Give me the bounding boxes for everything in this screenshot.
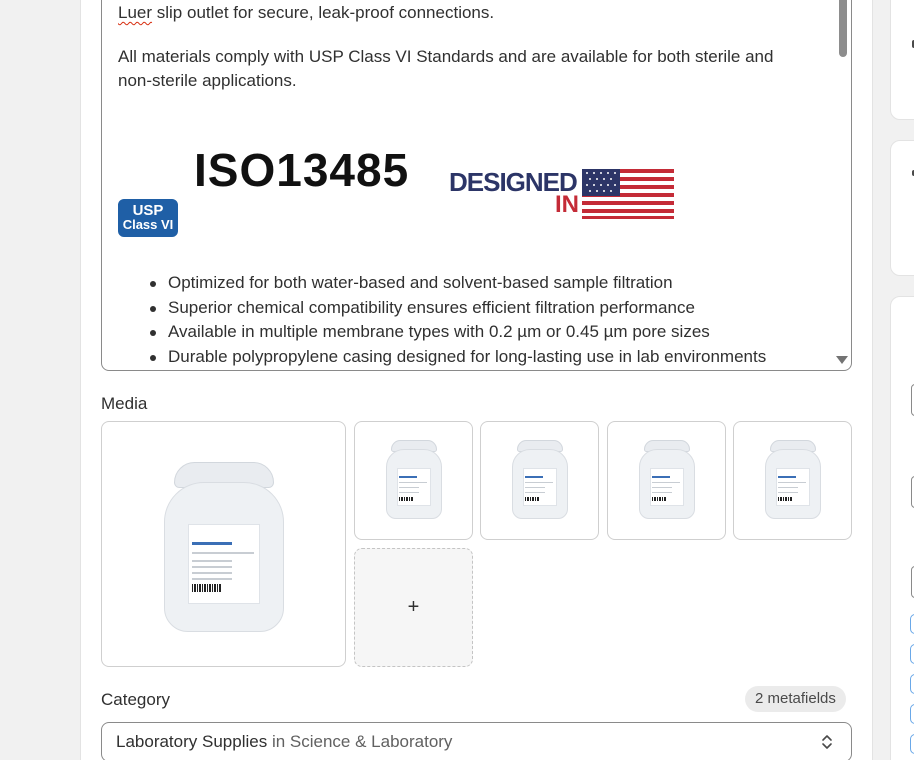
product-jar-thumbnail [638, 440, 696, 520]
side-tag-fragment[interactable] [910, 734, 914, 754]
side-tag-fragment[interactable] [910, 644, 914, 664]
list-item: Available in multiple membrane types wit… [150, 320, 828, 345]
us-flag-icon [582, 169, 674, 219]
list-item: Optimized for both water-based and solve… [150, 271, 828, 296]
scroll-down-arrow-icon[interactable] [836, 356, 848, 364]
editor-scrollbar-thumb[interactable] [839, 0, 847, 57]
feature-list: Optimized for both water-based and solve… [150, 271, 828, 370]
list-item: Durable polypropylene casing designed fo… [150, 345, 828, 370]
designed-in-usa-logo: DESIGNED IN [434, 163, 684, 223]
media-thumbnail[interactable] [354, 421, 473, 540]
media-thumbnail[interactable] [480, 421, 599, 540]
description-editor[interactable]: Luer slip outlet for secure, leak-proof … [101, 0, 852, 371]
side-tag-fragment[interactable] [910, 614, 914, 634]
media-section-label: Media [101, 394, 148, 413]
media-thumbnail[interactable] [733, 421, 852, 540]
list-item: Superior chemical compatibility ensures … [150, 296, 828, 321]
category-select[interactable]: Laboratory Supplies in Science & Laborat… [101, 722, 852, 760]
product-jar-image [162, 462, 286, 632]
category-parent-path: in Science & Laboratory [267, 732, 453, 751]
usp-class-vi-logo: USP Class VI [118, 199, 178, 237]
side-tag-fragment[interactable] [910, 674, 914, 694]
add-media-button[interactable]: + [354, 548, 473, 667]
iso-13485-logo: ISO13485 [194, 144, 410, 196]
description-paragraph-2: All materials comply with USP Class VI S… [118, 47, 774, 90]
certification-logos: USP Class VI ISO13485 DESIGNED IN [118, 141, 718, 241]
media-thumbnail[interactable] [607, 421, 726, 540]
description-paragraph-1: Luer slip outlet for secure, leak-proof … [118, 1, 494, 25]
media-main-image[interactable] [101, 421, 346, 667]
product-jar-thumbnail [764, 440, 822, 520]
in-word: IN [555, 191, 579, 218]
usp-logo-line-1: USP [132, 202, 164, 219]
misspelled-word[interactable]: Luer [118, 3, 152, 22]
plus-icon: + [407, 596, 420, 618]
usp-logo-line-2: Class VI [122, 217, 174, 232]
category-label: Category [101, 690, 170, 709]
paragraph-1-text: slip outlet for secure, leak-proof conne… [152, 3, 495, 22]
product-jar-thumbnail [511, 440, 569, 520]
category-selected-value: Laboratory Supplies [116, 732, 268, 751]
side-card-publishing [890, 140, 914, 276]
side-card-status [890, 0, 914, 120]
chevron-up-down-icon [822, 735, 832, 749]
product-jar-thumbnail [385, 440, 443, 520]
metafields-badge[interactable]: 2 metafields [745, 686, 846, 712]
side-tag-fragment[interactable] [910, 704, 914, 724]
